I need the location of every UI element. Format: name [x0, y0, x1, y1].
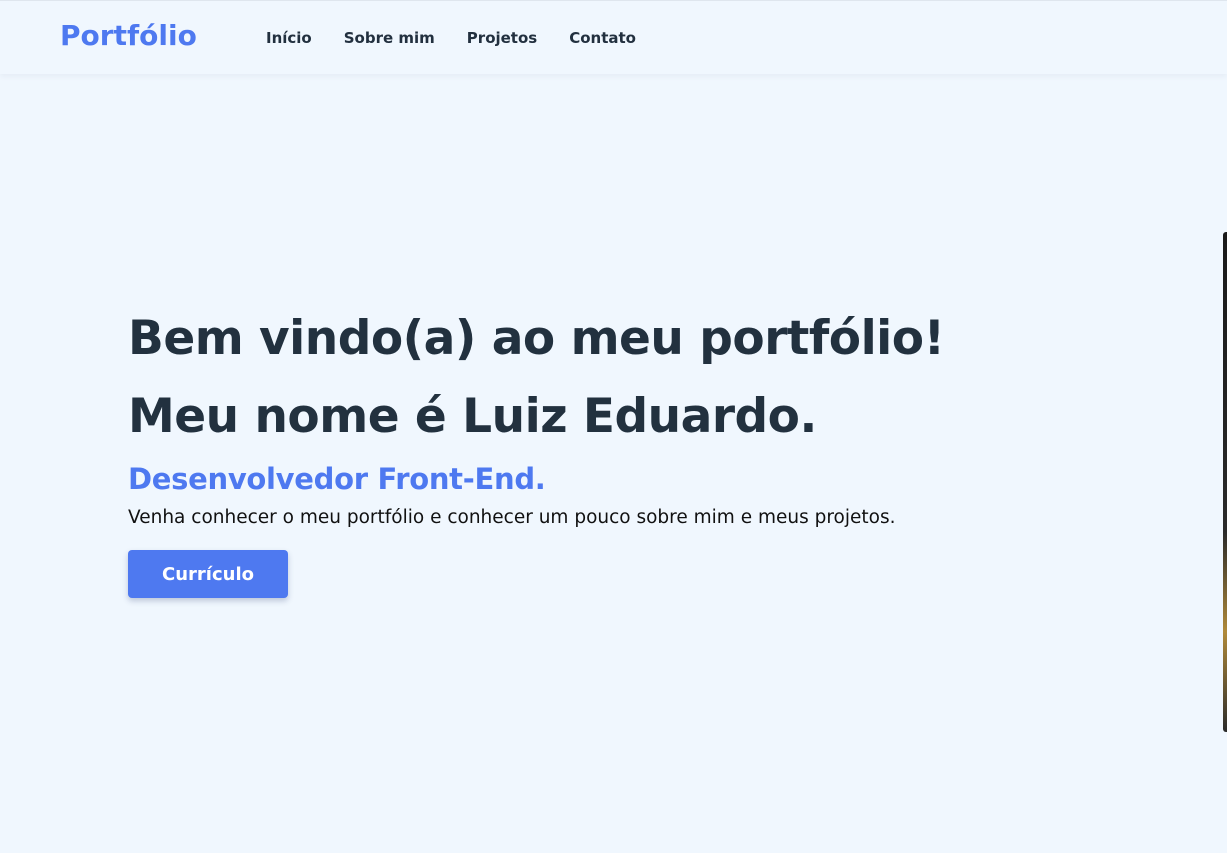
- hero-section: Bem vindo(a) ao meu portfólio! Meu nome …: [128, 300, 1128, 598]
- navbar: Portfólio Início Sobre mim Projetos Cont…: [0, 0, 1227, 74]
- site-logo[interactable]: Portfólio: [60, 19, 197, 52]
- profile-image-edge: [1223, 232, 1227, 732]
- hero-description: Venha conhecer o meu portfólio e conhece…: [128, 507, 896, 528]
- nav-link-sobre-mim[interactable]: Sobre mim: [344, 29, 435, 47]
- nav-link-inicio[interactable]: Início: [266, 29, 312, 47]
- curriculo-button[interactable]: Currículo: [128, 550, 288, 598]
- hero-role: Desenvolvedor Front-End.: [128, 462, 546, 496]
- hero-title-line2: Meu nome é Luiz Eduardo.: [128, 389, 817, 444]
- nav-link-contato[interactable]: Contato: [569, 29, 636, 47]
- nav-link-projetos[interactable]: Projetos: [467, 29, 537, 47]
- hero-title-line1: Bem vindo(a) ao meu portfólio!: [128, 311, 945, 366]
- nav-menu: Início Sobre mim Projetos Contato: [266, 29, 668, 47]
